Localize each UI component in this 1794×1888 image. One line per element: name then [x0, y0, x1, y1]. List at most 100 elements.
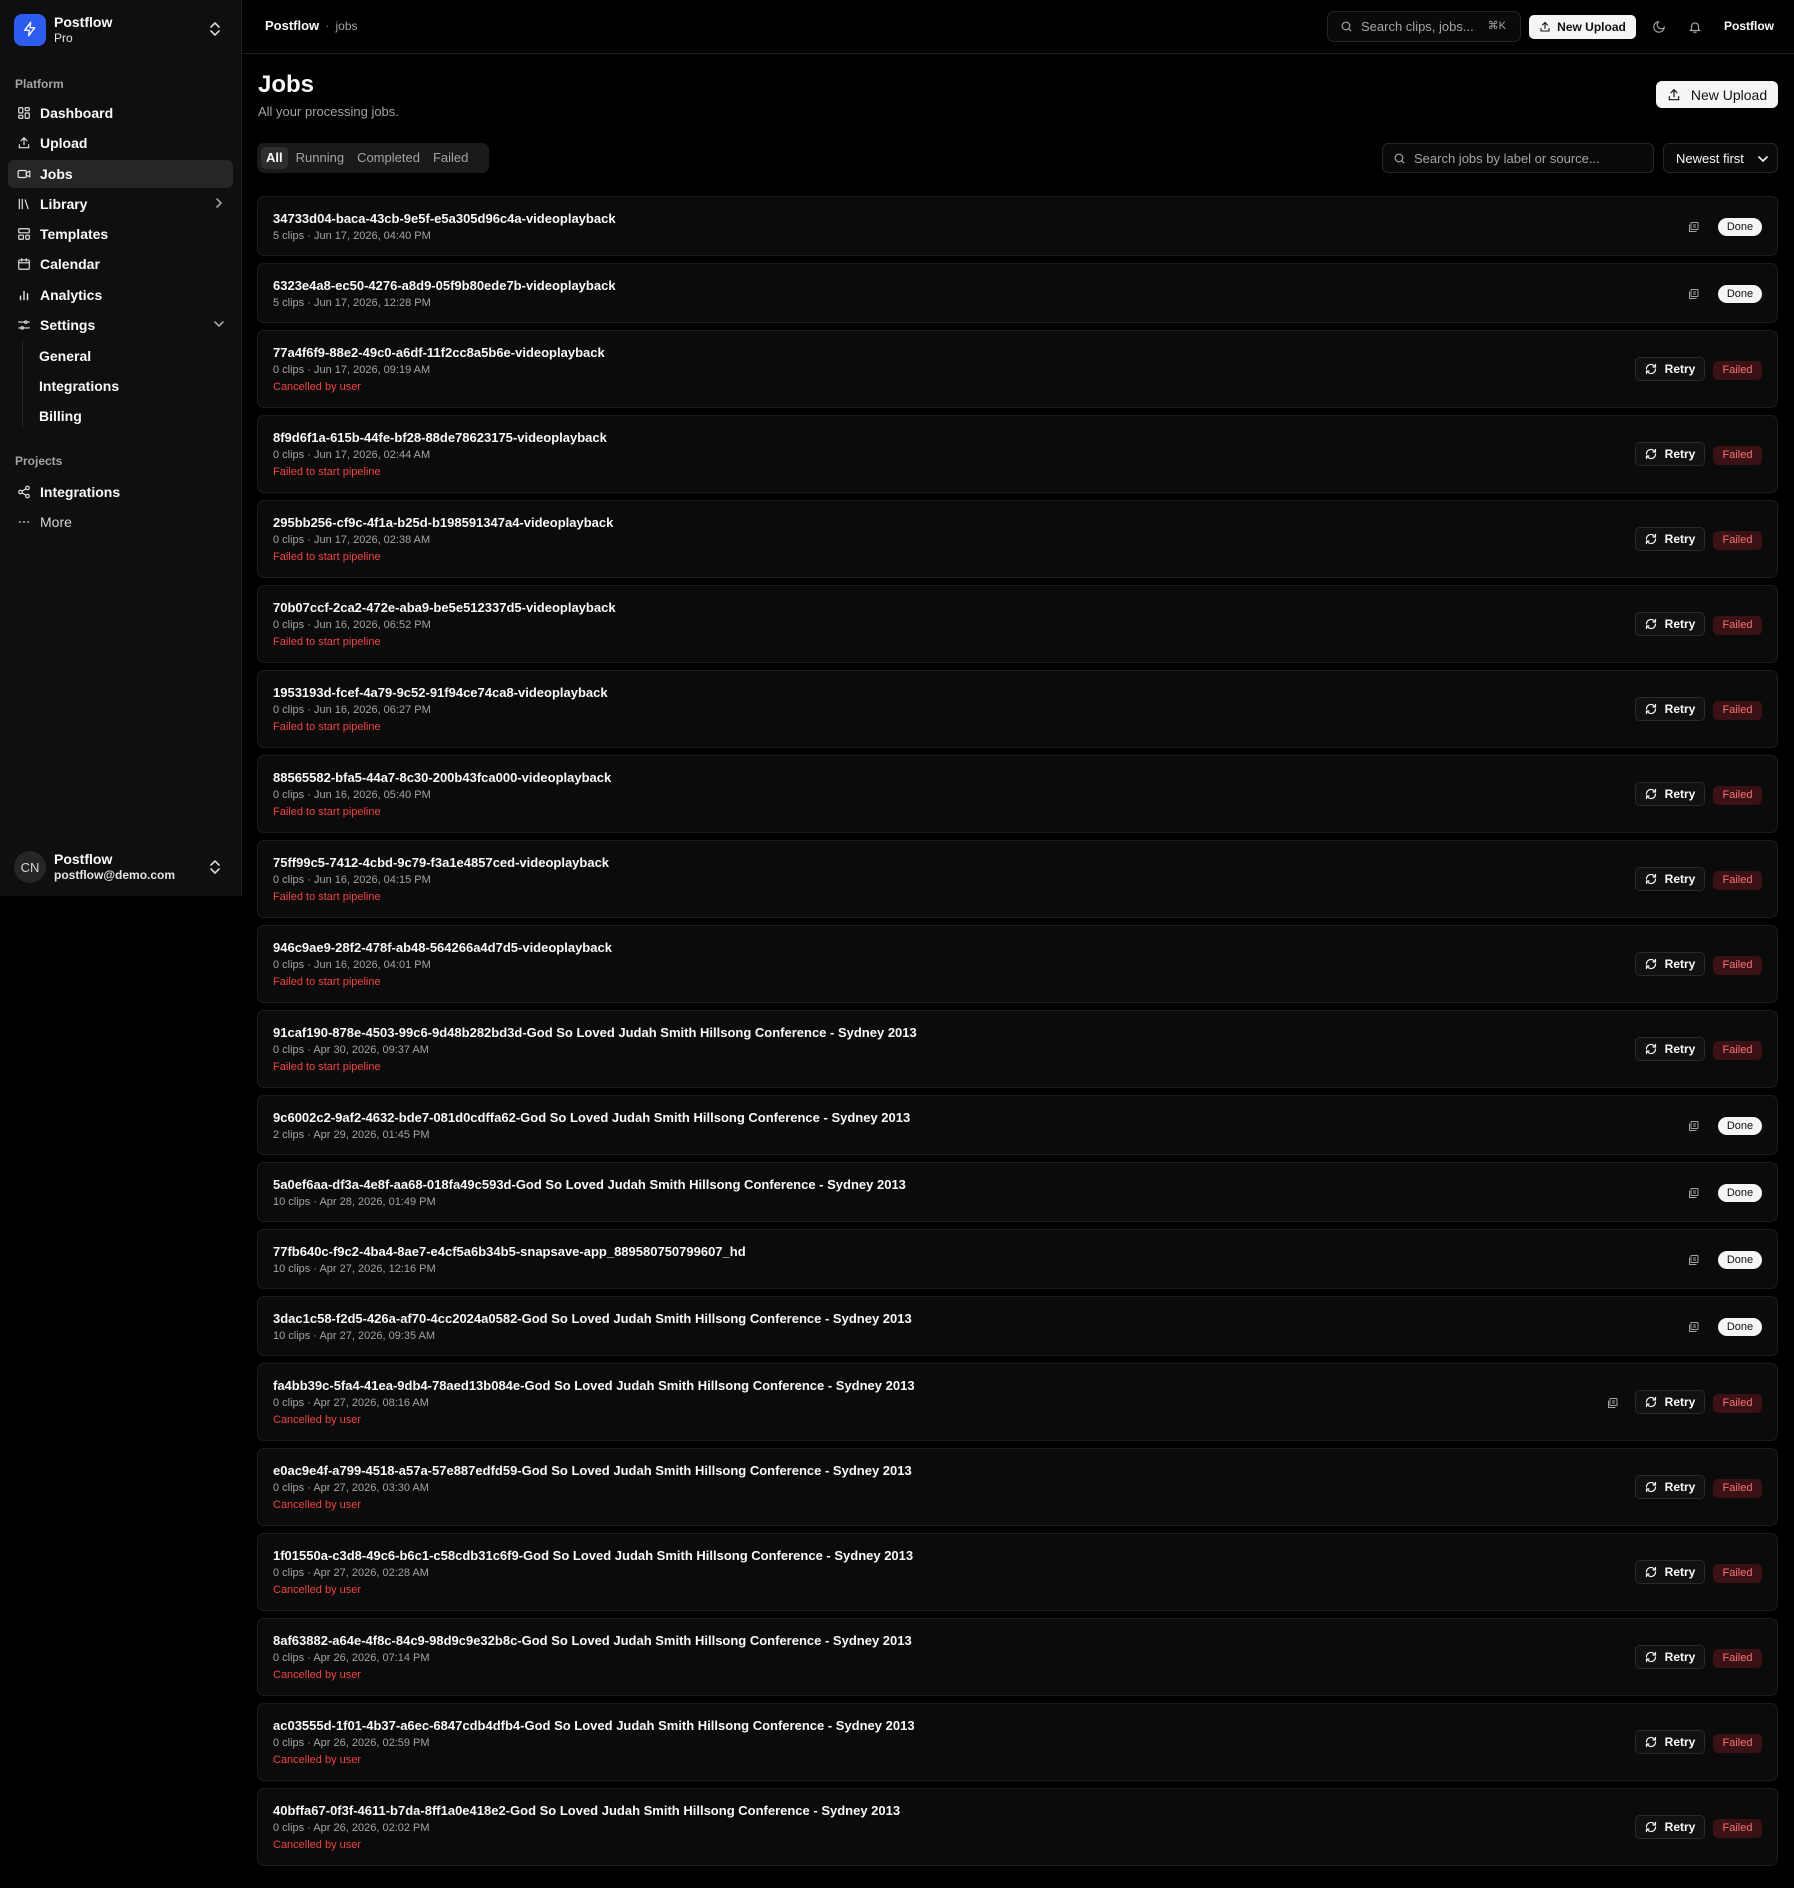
job-row[interactable]: 34733d04-baca-43cb-9e5f-e5a305d96c4a-vid…: [257, 196, 1778, 256]
tab-completed[interactable]: Completed: [352, 147, 425, 169]
job-row[interactable]: 1f01550a-c3d8-49c6-b6c1-c58cdb31c6f9-God…: [257, 1533, 1778, 1611]
status-badge-failed: Failed: [1713, 1478, 1762, 1498]
sidebar-item-label: Analytics: [40, 287, 103, 303]
retry-button[interactable]: Retry: [1635, 357, 1705, 381]
projects-section-label: Projects: [15, 454, 63, 468]
tab-running[interactable]: Running: [291, 147, 349, 169]
job-row[interactable]: 6323e4a8-ec50-4276-a8d9-05f9b80ede7b-vid…: [257, 263, 1778, 323]
sort-value: Newest first: [1676, 150, 1744, 166]
status-badge-done: Done: [1718, 1318, 1762, 1336]
tab-failed[interactable]: Failed: [428, 147, 473, 169]
retry-button[interactable]: Retry: [1635, 1390, 1705, 1414]
top-user-menu[interactable]: Postflow: [1724, 19, 1774, 33]
refresh-icon: [1645, 1821, 1665, 1833]
new-upload-button-main[interactable]: New Upload: [1656, 81, 1778, 108]
job-row[interactable]: 8f9d6f1a-615b-44fe-bf28-88de78623175-vid…: [257, 415, 1778, 493]
job-row[interactable]: 5a0ef6aa-df3a-4e8f-aa68-018fa49c593d-God…: [257, 1162, 1778, 1222]
retry-button[interactable]: Retry: [1635, 782, 1705, 806]
refresh-icon: [1645, 363, 1665, 375]
bell-icon[interactable]: [1686, 18, 1704, 36]
global-search[interactable]: Search clips, jobs... ⌘K: [1327, 11, 1521, 42]
job-title: fa4bb39c-5fa4-41ea-9db4-78aed13b084e-God…: [273, 1378, 915, 1393]
sidebar-item-jobs[interactable]: Jobs: [8, 160, 233, 188]
video-icon: [16, 166, 32, 182]
sidebar-item-library[interactable]: Library: [8, 190, 233, 218]
tab-all[interactable]: All: [261, 147, 288, 169]
job-title: 75ff99c5-7412-4cbd-9c79-f3a1e4857ced-vid…: [273, 855, 610, 870]
job-meta: 10 clips · Apr 28, 2026, 01:49 PM: [273, 1196, 436, 1208]
sidebar-item-templates[interactable]: Templates: [8, 220, 233, 248]
job-row[interactable]: ac03555d-1f01-4b37-a6ec-6847cdb4dfb4-God…: [257, 1703, 1778, 1781]
job-row[interactable]: 70b07ccf-2ca2-472e-aba9-be5e512337d5-vid…: [257, 585, 1778, 663]
retry-button[interactable]: Retry: [1635, 527, 1705, 551]
jobs-search-input[interactable]: Search jobs by label or source...: [1382, 143, 1654, 173]
workspace-logo: [14, 14, 46, 46]
retry-button[interactable]: Retry: [1635, 1815, 1705, 1839]
search-icon: [1393, 152, 1414, 165]
job-row[interactable]: 91caf190-878e-4503-99c6-9d48b282bd3d-God…: [257, 1010, 1778, 1088]
clips-icon[interactable]: [1687, 1186, 1701, 1200]
retry-button[interactable]: Retry: [1635, 612, 1705, 636]
retry-button[interactable]: Retry: [1635, 867, 1705, 891]
sidebar: Postflow Pro Platform Dashboard Upload J…: [0, 0, 242, 896]
moon-icon[interactable]: [1650, 18, 1668, 36]
sidebar-item-calendar[interactable]: Calendar: [8, 250, 233, 278]
job-row[interactable]: 1953193d-fcef-4a79-9c52-91f94ce74ca8-vid…: [257, 670, 1778, 748]
user-menu[interactable]: CN Postflow postflow@demo.com: [14, 849, 228, 885]
job-row[interactable]: 946c9ae9-28f2-478f-ab48-564266a4d7d5-vid…: [257, 925, 1778, 1003]
top-bar: Postflow · jobs Search clips, jobs... ⌘K…: [242, 0, 1794, 54]
library-icon: [16, 196, 32, 212]
job-error: Cancelled by user: [273, 381, 362, 393]
upload-icon: [1539, 21, 1557, 33]
clips-icon[interactable]: [1687, 287, 1701, 301]
sidebar-item-dashboard[interactable]: Dashboard: [8, 99, 233, 127]
settings-sub-integrations[interactable]: Integrations: [39, 378, 119, 394]
sidebar-item-project-integrations[interactable]: Integrations: [8, 478, 233, 506]
settings-sub-general[interactable]: General: [39, 348, 91, 364]
job-row[interactable]: fa4bb39c-5fa4-41ea-9db4-78aed13b084e-God…: [257, 1363, 1778, 1441]
retry-button[interactable]: Retry: [1635, 1037, 1705, 1061]
settings-sub-billing[interactable]: Billing: [39, 408, 82, 424]
retry-button[interactable]: Retry: [1635, 1645, 1705, 1669]
job-meta: 0 clips · Apr 27, 2026, 02:28 AM: [273, 1567, 429, 1579]
job-row[interactable]: 88565582-bfa5-44a7-8c30-200b43fca000-vid…: [257, 755, 1778, 833]
retry-button[interactable]: Retry: [1635, 1560, 1705, 1584]
sidebar-item-analytics[interactable]: Analytics: [8, 281, 233, 309]
retry-button[interactable]: Retry: [1635, 442, 1705, 466]
job-row[interactable]: e0ac9e4f-a799-4518-a57a-57e887edfd59-God…: [257, 1448, 1778, 1526]
refresh-icon: [1645, 1651, 1665, 1663]
job-row[interactable]: 77a4f6f9-88e2-49c0-a6df-11f2cc8a5b6e-vid…: [257, 330, 1778, 408]
clips-icon[interactable]: [1606, 1396, 1620, 1410]
sidebar-item-more[interactable]: More: [8, 508, 233, 536]
job-row[interactable]: 9c6002c2-9af2-4632-bde7-081d0cdffa62-God…: [257, 1095, 1778, 1155]
job-meta: 10 clips · Apr 27, 2026, 12:16 PM: [273, 1263, 436, 1275]
job-row[interactable]: 40bffa67-0f3f-4611-b7da-8ff1a0e418e2-God…: [257, 1788, 1778, 1866]
clips-icon[interactable]: [1687, 1320, 1701, 1334]
breadcrumb-root[interactable]: Postflow: [265, 18, 319, 33]
sidebar-item-settings[interactable]: Settings: [8, 311, 233, 339]
chart-icon: [16, 287, 32, 303]
retry-button[interactable]: Retry: [1635, 1475, 1705, 1499]
job-row[interactable]: 8af63882-a64e-4f8c-84c9-98d9c9e32b8c-God…: [257, 1618, 1778, 1696]
workspace-switcher[interactable]: Postflow Pro: [14, 13, 228, 47]
breadcrumb: Postflow · jobs: [265, 18, 358, 33]
sort-select[interactable]: Newest first: [1663, 143, 1778, 173]
job-row[interactable]: 75ff99c5-7412-4cbd-9c79-f3a1e4857ced-vid…: [257, 840, 1778, 918]
new-upload-button[interactable]: New Upload: [1529, 15, 1636, 39]
status-badge-done: Done: [1718, 1251, 1762, 1269]
retry-button[interactable]: Retry: [1635, 952, 1705, 976]
retry-button[interactable]: Retry: [1635, 697, 1705, 721]
retry-label: Retry: [1664, 787, 1696, 801]
job-row[interactable]: 3dac1c58-f2d5-426a-af70-4cc2024a0582-God…: [257, 1296, 1778, 1356]
clips-icon[interactable]: [1687, 220, 1701, 234]
clips-icon[interactable]: [1687, 1253, 1701, 1267]
job-meta: 0 clips · Jun 16, 2026, 06:27 PM: [273, 704, 431, 716]
retry-button[interactable]: Retry: [1635, 1730, 1705, 1754]
job-error: Cancelled by user: [273, 1754, 362, 1766]
job-row[interactable]: 295bb256-cf9c-4f1a-b25d-b198591347a4-vid…: [257, 500, 1778, 578]
page-title: Jobs: [258, 71, 315, 98]
sidebar-item-upload[interactable]: Upload: [8, 129, 233, 157]
job-row[interactable]: 77fb640c-f9c2-4ba4-8ae7-e4cf5a6b34b5-sna…: [257, 1229, 1778, 1289]
refresh-icon: [1645, 958, 1665, 970]
clips-icon[interactable]: [1687, 1119, 1701, 1133]
